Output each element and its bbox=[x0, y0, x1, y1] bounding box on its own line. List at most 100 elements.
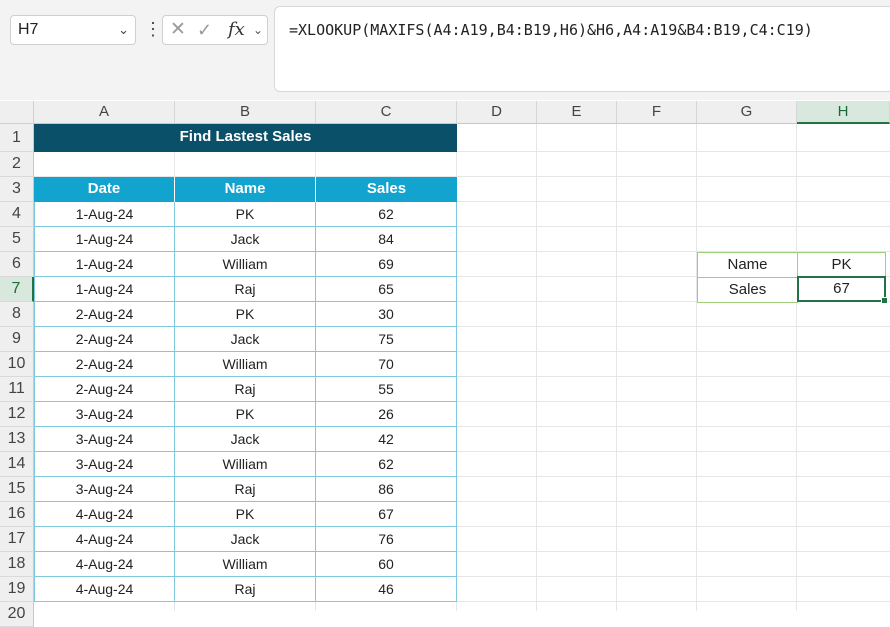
cell-date[interactable]: 3-Aug-24 bbox=[34, 402, 175, 427]
row-header-5[interactable]: 5 bbox=[0, 227, 34, 252]
formula-input[interactable]: =XLOOKUP(MAXIFS(A4:A19,B4:B19,H6)&H6,A4:… bbox=[274, 6, 890, 92]
more-options-icon[interactable]: ⋮ bbox=[144, 16, 162, 42]
cell-name[interactable]: Raj bbox=[175, 377, 316, 402]
row-header-6[interactable]: 6 bbox=[0, 252, 34, 277]
row-header-17[interactable]: 17 bbox=[0, 527, 34, 552]
cell-date[interactable]: 3-Aug-24 bbox=[34, 477, 175, 502]
select-all-corner[interactable] bbox=[0, 101, 34, 124]
column-header-h[interactable]: H bbox=[797, 101, 890, 124]
lookup-name-label[interactable]: Name bbox=[697, 252, 798, 278]
column-header-a[interactable]: A bbox=[34, 101, 175, 124]
formula-bar-area: H7 ⌄ ⋮ ✕ ✓ fx ⌄ =XLOOKUP(MAXIFS(A4:A19,B… bbox=[0, 0, 890, 100]
cell-date[interactable]: 4-Aug-24 bbox=[34, 577, 175, 602]
cell-sales[interactable]: 69 bbox=[316, 252, 457, 277]
cell-name[interactable]: PK bbox=[175, 202, 316, 227]
cell-name[interactable]: PK bbox=[175, 502, 316, 527]
cell-date[interactable]: 4-Aug-24 bbox=[34, 502, 175, 527]
cell-sales[interactable]: 70 bbox=[316, 352, 457, 377]
row-header-10[interactable]: 10 bbox=[0, 352, 34, 377]
cell-sales[interactable]: 84 bbox=[316, 227, 457, 252]
cell-date[interactable]: 2-Aug-24 bbox=[34, 352, 175, 377]
cell-date[interactable]: 4-Aug-24 bbox=[34, 552, 175, 577]
row-header-13[interactable]: 13 bbox=[0, 427, 34, 452]
cell-date[interactable]: 1-Aug-24 bbox=[34, 277, 175, 302]
formula-controls: ✕ ✓ fx ⌄ bbox=[162, 15, 268, 45]
gridline bbox=[536, 124, 537, 611]
row-header-14[interactable]: 14 bbox=[0, 452, 34, 477]
cell-sales[interactable]: 67 bbox=[316, 502, 457, 527]
insert-function-icon[interactable]: fx bbox=[228, 16, 245, 44]
row-header-8[interactable]: 8 bbox=[0, 302, 34, 327]
lookup-sales-label[interactable]: Sales bbox=[697, 277, 798, 303]
cell-sales[interactable]: 60 bbox=[316, 552, 457, 577]
gridline bbox=[696, 124, 697, 611]
cell-name[interactable]: William bbox=[175, 552, 316, 577]
row-header-12[interactable]: 12 bbox=[0, 402, 34, 427]
cell-sales[interactable]: 76 bbox=[316, 527, 457, 552]
cell-name[interactable]: Jack bbox=[175, 327, 316, 352]
cell-sales[interactable]: 62 bbox=[316, 202, 457, 227]
cell-name[interactable]: William bbox=[175, 252, 316, 277]
cell-date[interactable]: 1-Aug-24 bbox=[34, 252, 175, 277]
column-header-f[interactable]: F bbox=[617, 101, 697, 124]
lookup-sales-value[interactable]: 67 bbox=[797, 276, 886, 302]
header-name[interactable]: Name bbox=[175, 177, 316, 202]
cell-sales[interactable]: 55 bbox=[316, 377, 457, 402]
cell-name[interactable]: Jack bbox=[175, 427, 316, 452]
cancel-icon[interactable]: ✕ bbox=[170, 16, 186, 44]
fill-handle[interactable] bbox=[881, 297, 888, 304]
cell-name[interactable]: PK bbox=[175, 402, 316, 427]
cell-sales[interactable]: 86 bbox=[316, 477, 457, 502]
cell-name[interactable]: PK bbox=[175, 302, 316, 327]
row-header-1[interactable]: 1 bbox=[0, 124, 34, 152]
row-header-11[interactable]: 11 bbox=[0, 377, 34, 402]
header-date[interactable]: Date bbox=[34, 177, 175, 202]
column-header-d[interactable]: D bbox=[457, 101, 537, 124]
cell-sales[interactable]: 26 bbox=[316, 402, 457, 427]
cell-name[interactable]: Raj bbox=[175, 277, 316, 302]
column-header-c[interactable]: C bbox=[316, 101, 457, 124]
cell-sales[interactable]: 46 bbox=[316, 577, 457, 602]
row-header-15[interactable]: 15 bbox=[0, 477, 34, 502]
cell-name[interactable]: William bbox=[175, 352, 316, 377]
cell-name[interactable]: Raj bbox=[175, 577, 316, 602]
cell-sales[interactable]: 42 bbox=[316, 427, 457, 452]
cell-name[interactable]: Jack bbox=[175, 227, 316, 252]
cell-date[interactable]: 2-Aug-24 bbox=[34, 377, 175, 402]
chevron-down-icon[interactable]: ⌄ bbox=[118, 16, 129, 44]
name-box[interactable]: H7 ⌄ bbox=[10, 15, 136, 45]
cell-name[interactable]: William bbox=[175, 452, 316, 477]
cell-date[interactable]: 4-Aug-24 bbox=[34, 527, 175, 552]
cell-date[interactable]: 1-Aug-24 bbox=[34, 227, 175, 252]
row-header-16[interactable]: 16 bbox=[0, 502, 34, 527]
cell-name[interactable]: Raj bbox=[175, 477, 316, 502]
chevron-down-icon[interactable]: ⌄ bbox=[253, 16, 263, 44]
header-sales[interactable]: Sales bbox=[316, 177, 457, 202]
row-header-19[interactable]: 19 bbox=[0, 577, 34, 602]
lookup-name-value[interactable]: PK bbox=[797, 252, 886, 278]
column-header-b[interactable]: B bbox=[175, 101, 316, 124]
row-header-9[interactable]: 9 bbox=[0, 327, 34, 352]
row-header-3[interactable]: 3 bbox=[0, 177, 34, 202]
name-box-value: H7 bbox=[18, 21, 39, 38]
row-header-2[interactable]: 2 bbox=[0, 152, 34, 177]
row-header-4[interactable]: 4 bbox=[0, 202, 34, 227]
cell-date[interactable]: 3-Aug-24 bbox=[34, 427, 175, 452]
cell-date[interactable]: 3-Aug-24 bbox=[34, 452, 175, 477]
cell-sales[interactable]: 75 bbox=[316, 327, 457, 352]
enter-icon[interactable]: ✓ bbox=[197, 16, 212, 44]
row-header-20[interactable]: 20 bbox=[0, 602, 34, 627]
cell-sales[interactable]: 65 bbox=[316, 277, 457, 302]
cell-sales[interactable]: 30 bbox=[316, 302, 457, 327]
cell-name[interactable]: Jack bbox=[175, 527, 316, 552]
row-header-7[interactable]: 7 bbox=[0, 277, 34, 302]
cell-sales[interactable]: 62 bbox=[316, 452, 457, 477]
gridline bbox=[616, 124, 617, 611]
column-header-g[interactable]: G bbox=[697, 101, 797, 124]
row-header-18[interactable]: 18 bbox=[0, 552, 34, 577]
cell-date[interactable]: 2-Aug-24 bbox=[34, 302, 175, 327]
column-header-e[interactable]: E bbox=[537, 101, 617, 124]
cell-date[interactable]: 2-Aug-24 bbox=[34, 327, 175, 352]
table-title[interactable]: Find Lastest Sales bbox=[34, 124, 457, 152]
cell-date[interactable]: 1-Aug-24 bbox=[34, 202, 175, 227]
